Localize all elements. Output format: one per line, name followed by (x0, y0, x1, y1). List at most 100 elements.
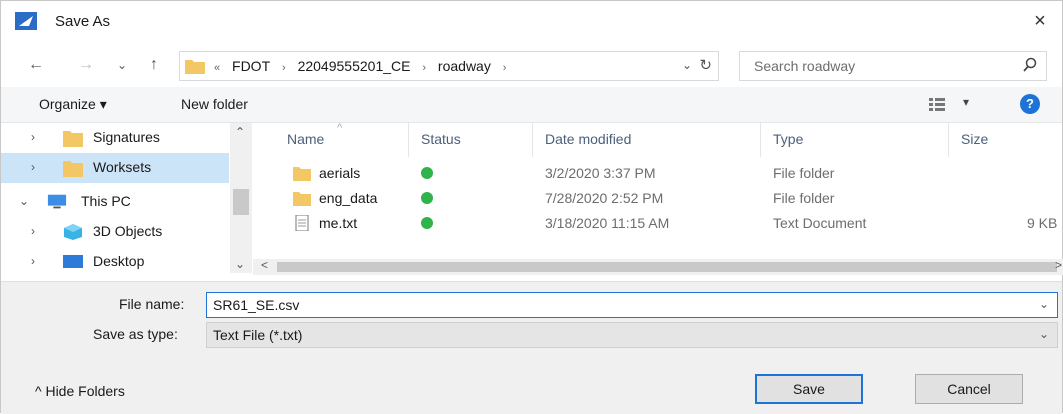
scroll-thumb[interactable] (277, 262, 1057, 272)
scroll-up-icon[interactable]: ⌃ (235, 125, 245, 139)
file-type: File folder (773, 165, 835, 181)
breadcrumb-overflow[interactable]: « (214, 62, 220, 74)
up-button[interactable]: ↑ (143, 53, 165, 77)
file-name: eng_data (319, 190, 378, 206)
view-options-button[interactable]: ▾ (929, 95, 979, 113)
save-as-dialog: Save As × ← → ⌄ ↑ « FDOT › 22049555201_C… (0, 0, 1063, 414)
save-type-select[interactable]: Text File (*.txt) ⌄ (206, 322, 1058, 348)
sidebar-item-signatures[interactable]: › Signatures (1, 123, 229, 153)
title-bar: Save As × (1, 1, 1062, 41)
scroll-right-icon[interactable]: > (1055, 258, 1062, 272)
new-folder-button[interactable]: New folder (181, 96, 248, 112)
refresh-icon[interactable]: ↻ (699, 56, 712, 74)
address-bar[interactable]: « FDOT › 22049555201_CE › roadway › ⌄ ↻ (179, 51, 719, 81)
search-input[interactable]: Search roadway (739, 51, 1047, 81)
table-row[interactable]: aerials 3/2/2020 3:37 PM File folder (253, 161, 1063, 186)
navigation-pane: › Signatures › Worksets ⌄ This PC › 3D O… (1, 123, 253, 273)
save-form: File name: SR61_SE.csv ⌄ Save as type: T… (1, 281, 1062, 414)
breadcrumb-roadway[interactable]: roadway (438, 58, 491, 74)
sidebar-item-3d-objects[interactable]: › 3D Objects (1, 217, 229, 247)
breadcrumb-separator[interactable]: › (503, 62, 507, 74)
sidebar-item-label: Worksets (93, 159, 152, 175)
file-date: 3/18/2020 11:15 AM (545, 215, 670, 231)
file-name: aerials (319, 165, 361, 181)
chevron-down-icon[interactable]: ⌄ (1039, 327, 1049, 341)
chevron-right-icon[interactable]: › (31, 254, 35, 268)
organize-menu[interactable]: Organize ▾ (39, 96, 107, 113)
app-icon (15, 12, 37, 30)
sidebar-item-label: Desktop (93, 253, 145, 269)
breadcrumb-project[interactable]: 22049555201_CE (298, 58, 411, 74)
column-label: Type (773, 131, 804, 147)
file-date: 3/2/2020 3:37 PM (545, 165, 656, 181)
search-icon[interactable] (1022, 57, 1038, 73)
help-icon[interactable]: ? (1020, 94, 1040, 114)
folder-icon (293, 167, 311, 181)
recent-locations-button[interactable]: ⌄ (111, 53, 133, 77)
column-label: Date modified (545, 131, 632, 147)
breadcrumb-fdot[interactable]: FDOT (232, 58, 270, 74)
forward-button[interactable]: → (75, 53, 97, 77)
sidebar-item-label: This PC (81, 193, 131, 209)
sidebar-item-label: 3D Objects (93, 223, 163, 239)
column-header-size[interactable]: Size (953, 123, 1063, 157)
scroll-thumb[interactable] (233, 189, 249, 215)
sidebar-item-this-pc[interactable]: ⌄ This PC (1, 187, 229, 217)
navigation-bar: ← → ⌄ ↑ « FDOT › 22049555201_CE › roadwa… (1, 45, 1062, 85)
column-header-date[interactable]: Date modified (537, 123, 761, 157)
sidebar-item-worksets[interactable]: › Worksets (1, 153, 229, 183)
folder-icon (63, 161, 83, 177)
column-label: Name (287, 131, 325, 147)
column-header-status[interactable]: Status (413, 123, 533, 157)
save-type-value: Text File (*.txt) (213, 327, 303, 343)
chevron-down-icon[interactable]: ⌄ (1039, 297, 1049, 311)
save-button[interactable]: Save (755, 374, 863, 404)
address-dropdown-icon[interactable]: ⌄ (682, 58, 692, 72)
sync-ok-icon (421, 217, 433, 229)
sync-ok-icon (421, 192, 433, 204)
breadcrumb-separator[interactable]: › (422, 62, 426, 74)
sidebar-scrollbar[interactable]: ⌃ ⌄ (230, 123, 252, 273)
chevron-right-icon[interactable]: › (31, 130, 35, 144)
view-icon (929, 98, 945, 111)
column-label: Size (961, 131, 989, 147)
cancel-button[interactable]: Cancel (915, 374, 1023, 404)
horizontal-scrollbar[interactable]: < > (253, 258, 1063, 275)
file-name-value: SR61_SE.csv (213, 297, 300, 313)
table-row[interactable]: me.txt 3/18/2020 11:15 AM Text Document … (253, 211, 1063, 236)
folder-icon (185, 60, 205, 74)
chevron-right-icon[interactable]: › (31, 224, 35, 238)
window-title: Save As (55, 13, 111, 30)
file-date: 7/28/2020 2:52 PM (545, 190, 664, 206)
file-name-label: File name: (119, 296, 185, 312)
chevron-down-icon[interactable]: ⌄ (19, 194, 29, 208)
text-file-icon (295, 215, 309, 231)
scroll-down-icon[interactable]: ⌄ (235, 257, 245, 271)
column-header-type[interactable]: Type (765, 123, 949, 157)
chevron-right-icon[interactable]: › (31, 160, 35, 174)
file-name-field[interactable]: SR61_SE.csv ⌄ (206, 292, 1058, 318)
table-row[interactable]: eng_data 7/28/2020 2:52 PM File folder (253, 186, 1063, 211)
cube-icon (64, 224, 82, 240)
sidebar-item-label: Signatures (93, 129, 160, 145)
close-button[interactable]: × (1026, 7, 1054, 35)
folder-icon (63, 131, 83, 147)
sidebar-item-desktop[interactable]: › Desktop (1, 247, 229, 273)
column-label: Status (421, 131, 461, 147)
column-header-name[interactable]: ^ Name (279, 123, 409, 157)
back-button[interactable]: ← (25, 53, 47, 77)
search-placeholder: Search roadway (754, 58, 856, 74)
save-type-label: Save as type: (93, 326, 178, 342)
pc-icon (47, 194, 67, 209)
file-name: me.txt (319, 215, 358, 231)
breadcrumb: « FDOT › 22049555201_CE › roadway › (214, 58, 514, 74)
file-type: Text Document (773, 215, 867, 231)
desktop-icon (63, 255, 83, 268)
hide-folders-button[interactable]: ^ Hide Folders (35, 383, 125, 399)
command-toolbar: Organize ▾ New folder ▾ ? (1, 87, 1062, 123)
view-dropdown-icon: ▾ (963, 95, 970, 109)
sort-arrow-icon: ^ (337, 123, 343, 134)
scroll-left-icon[interactable]: < (261, 258, 268, 272)
sync-ok-icon (421, 167, 433, 179)
breadcrumb-separator[interactable]: › (282, 62, 286, 74)
